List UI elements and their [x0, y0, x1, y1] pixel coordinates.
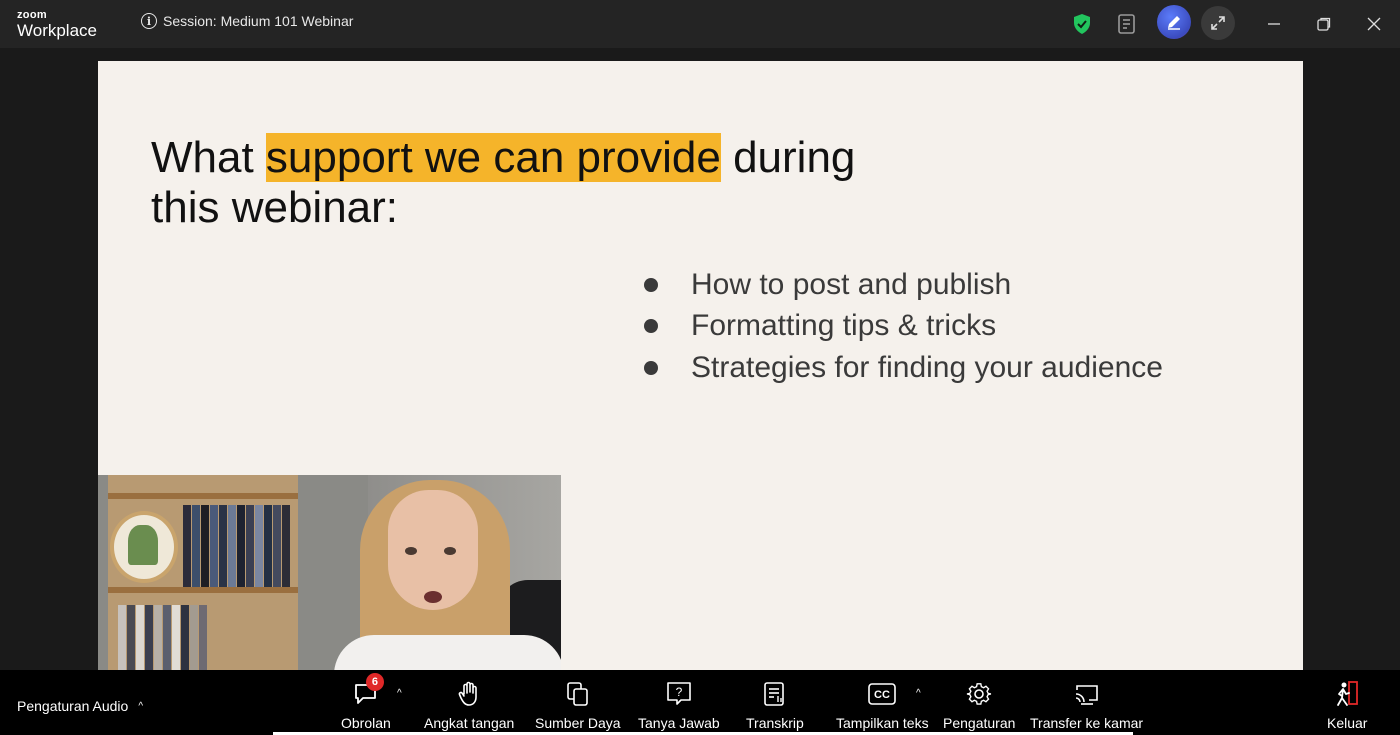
show-captions-label: Tampilkan teks — [836, 715, 929, 731]
chat-icon: 6 — [352, 673, 384, 708]
cast-icon — [1073, 680, 1101, 708]
question-icon: ? — [665, 680, 693, 708]
raise-hand-button[interactable]: Angkat tangan — [424, 680, 514, 731]
app-logo: zoom Workplace — [17, 9, 97, 41]
cc-icon: CC — [868, 680, 897, 708]
question-mark-text: ? — [676, 685, 683, 699]
slide-title-line2: this webinar: — [151, 183, 399, 232]
bullet-text: Strategies for finding your audience — [691, 350, 1163, 384]
info-icon[interactable]: i — [141, 13, 157, 29]
chevron-up-icon[interactable]: ^ — [397, 688, 402, 699]
audio-settings-label: Pengaturan Audio — [17, 698, 129, 714]
bullet-dot — [644, 360, 658, 375]
bullet-dot — [644, 319, 658, 334]
bullet-text: Formatting tips & tricks — [691, 309, 997, 343]
settings-label: Pengaturan — [943, 715, 1016, 731]
leave-button[interactable]: Keluar — [1327, 680, 1367, 731]
slide-title-post: during — [720, 133, 856, 182]
audio-settings-button[interactable]: Pengaturan Audio ^ — [17, 698, 143, 714]
transcript-button[interactable]: Transkrip — [746, 680, 804, 731]
chat-label: Obrolan — [341, 715, 391, 731]
chat-button[interactable]: 6 Obrolan — [341, 673, 391, 731]
expand-icon[interactable] — [1201, 6, 1235, 40]
minimize-icon[interactable] — [1258, 8, 1290, 40]
documents-icon — [564, 680, 592, 708]
qa-label: Tanya Jawab — [638, 715, 720, 731]
speaker-shirt — [334, 635, 561, 670]
qa-button[interactable]: ? Tanya Jawab — [638, 680, 720, 731]
speaker-video[interactable] — [98, 475, 561, 670]
books-row — [183, 505, 291, 587]
bullet-item: How to post and publish — [643, 264, 1163, 306]
meeting-toolbar: Pengaturan Audio ^ 6 Obrolan ^ Angkat ta… — [0, 670, 1400, 735]
embroidery-plant — [128, 525, 158, 565]
slide-title-highlight: support we can provide — [265, 133, 721, 182]
bullet-dot — [644, 277, 658, 292]
restore-icon[interactable] — [1308, 8, 1340, 40]
chat-badge: 6 — [365, 673, 384, 691]
bullet-item: Formatting tips & tricks — [643, 306, 1163, 348]
session-info[interactable]: i Session: Medium 101 Webinar — [141, 11, 353, 31]
leave-label: Keluar — [1327, 715, 1368, 731]
transfer-label: Transfer ke kamar — [1030, 715, 1144, 731]
settings-button[interactable]: Pengaturan — [943, 680, 1015, 731]
session-title: Session: Medium 101 Webinar — [163, 13, 354, 29]
shelf-board — [108, 587, 298, 593]
logo-zoom-text: zoom — [17, 9, 47, 21]
gear-icon — [965, 680, 993, 708]
raise-hand-label: Angkat tangan — [424, 715, 515, 731]
title-bar: zoom Workplace i Session: Medium 101 Web… — [0, 0, 1400, 48]
transcript-icon — [761, 680, 789, 708]
shelf-board — [108, 493, 298, 499]
transfer-to-room-button[interactable]: Transfer ke kamar — [1030, 680, 1143, 731]
speaker-mouth — [424, 591, 442, 603]
slide-title: What support we can provide during this … — [151, 133, 855, 233]
logo-workplace-text: Workplace — [17, 21, 97, 40]
slide-bullet-list: How to post and publish Formatting tips … — [643, 264, 1163, 389]
slide-title-pre: What — [151, 133, 266, 182]
close-icon[interactable] — [1358, 8, 1390, 40]
pencil-icon[interactable] — [1157, 5, 1191, 39]
bullet-item: Strategies for finding your audience — [643, 347, 1163, 389]
chevron-up-icon[interactable]: ^ — [916, 688, 921, 699]
bullet-text: How to post and publish — [691, 267, 1012, 301]
resources-button[interactable]: Sumber Daya — [535, 680, 621, 731]
cc-text: CC — [874, 689, 890, 701]
resources-label: Sumber Daya — [535, 715, 621, 731]
show-captions-button[interactable]: CC Tampilkan teks — [836, 680, 929, 731]
books-row — [118, 605, 208, 670]
shield-check-icon[interactable] — [1066, 8, 1098, 40]
chevron-up-icon[interactable]: ^ — [138, 701, 143, 712]
leave-icon — [1333, 680, 1361, 708]
speaker-eye — [444, 547, 456, 555]
speaker-eye — [405, 547, 417, 555]
transcript-label: Transkrip — [746, 715, 804, 731]
hand-icon — [455, 680, 483, 708]
notes-icon[interactable] — [1111, 8, 1143, 40]
